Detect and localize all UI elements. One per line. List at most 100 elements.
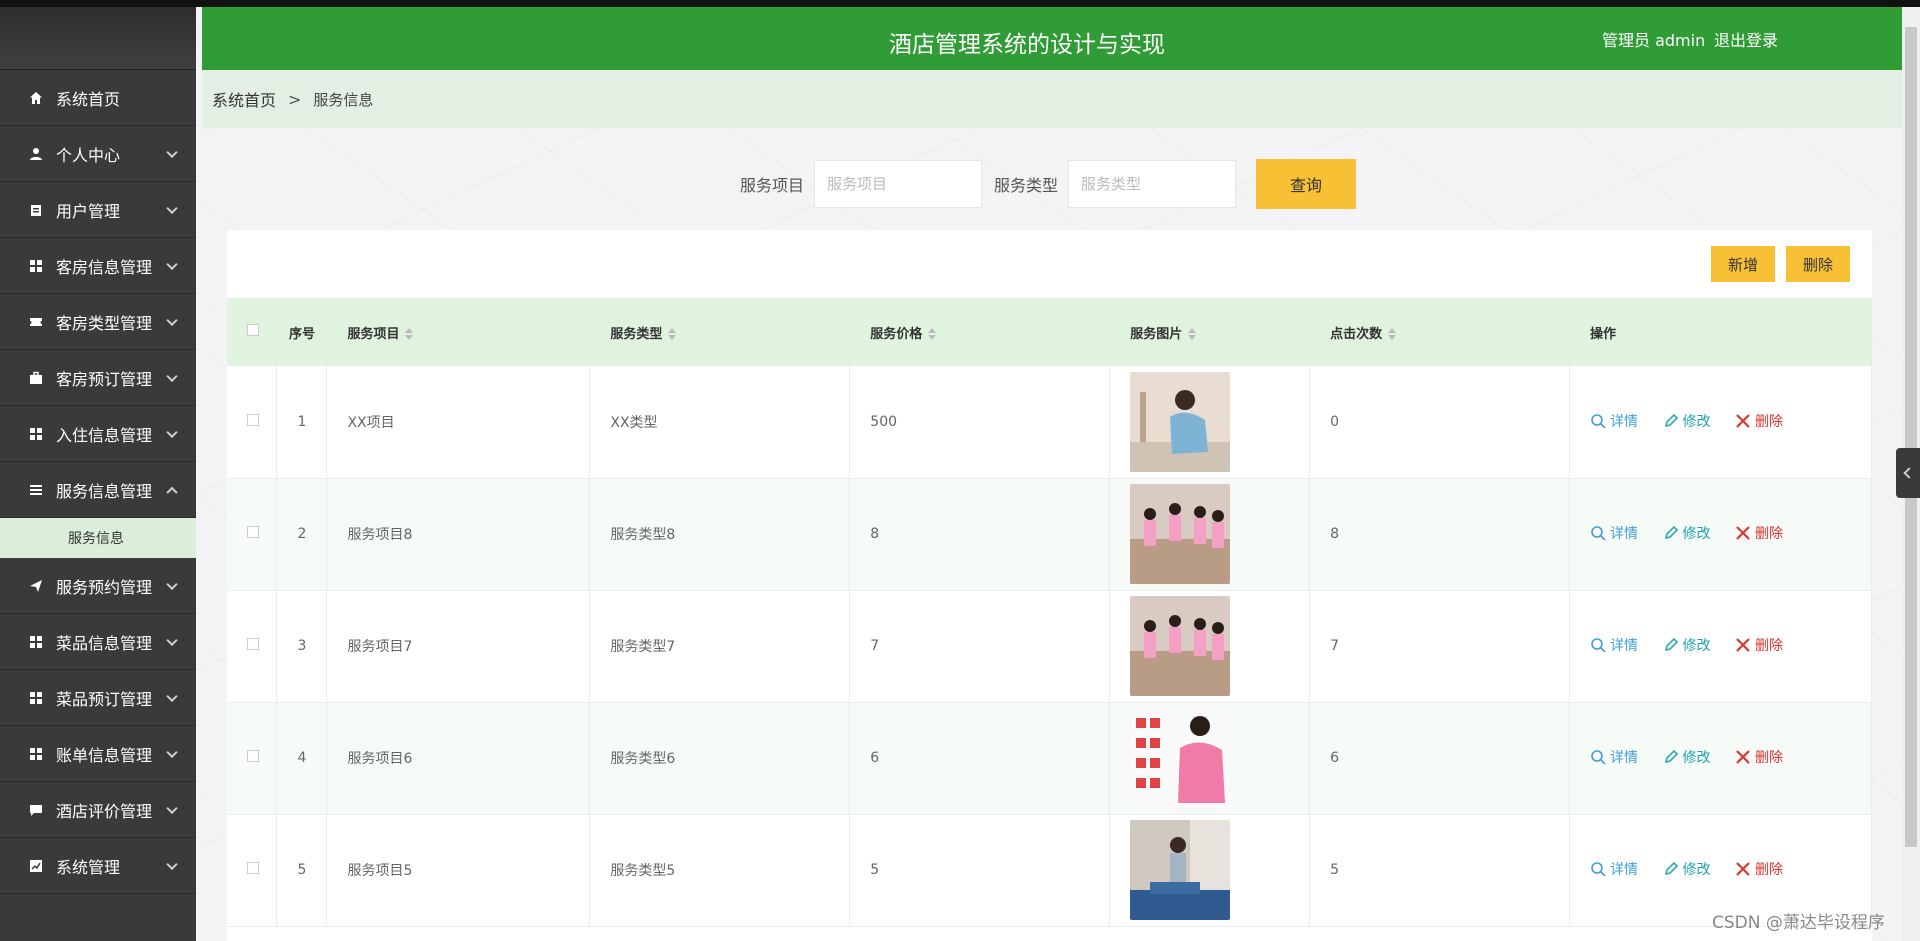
service-type-input[interactable] xyxy=(1068,160,1237,208)
table-row: 4 服务项目6 服务类型6 6 6 详情 修改 删除 xyxy=(227,702,1872,814)
grid-icon xyxy=(28,258,44,274)
cell-price: 8 xyxy=(849,478,1111,590)
row-checkbox[interactable] xyxy=(247,413,259,426)
breadcrumb-home[interactable]: 系统首页 xyxy=(212,87,276,111)
sidebar-item-dish-booking[interactable]: 菜品预订管理 xyxy=(0,670,196,726)
sidebar-item-room-info[interactable]: 客房信息管理 xyxy=(0,238,196,294)
chevron-down-icon xyxy=(166,802,178,814)
scrollbar-thumb[interactable] xyxy=(1905,27,1917,847)
row-checkbox[interactable] xyxy=(247,862,259,874)
query-button[interactable]: 查询 xyxy=(1256,159,1357,209)
cell-item: 服务项目7 xyxy=(326,590,591,702)
delete-button[interactable]: 删除 xyxy=(1735,523,1783,543)
row-checkbox-cell xyxy=(227,366,278,478)
detail-button[interactable]: 详情 xyxy=(1590,411,1638,431)
sidebar-item-label: 用户管理 xyxy=(56,201,121,221)
detail-button[interactable]: 详情 xyxy=(1590,859,1638,879)
cell-item: 服务项目8 xyxy=(326,478,591,590)
cell-ops: 详情 修改 删除 xyxy=(1569,366,1872,478)
cell-ops: 详情 修改 删除 xyxy=(1569,478,1872,590)
sidebar-item-service-appointment[interactable]: 服务预约管理 xyxy=(0,558,196,614)
row-checkbox[interactable] xyxy=(247,526,259,538)
sidebar-item-reviews[interactable]: 酒店评价管理 xyxy=(0,782,196,838)
row-checkbox[interactable] xyxy=(247,638,259,650)
cell-index: 5 xyxy=(276,814,328,926)
header-price[interactable]: 服务价格 xyxy=(849,298,1111,366)
cell-index: 4 xyxy=(276,702,328,814)
chart-icon xyxy=(28,858,44,874)
chevron-down-icon xyxy=(166,314,178,326)
add-button[interactable]: 新增 xyxy=(1711,246,1775,282)
service-image xyxy=(1130,484,1231,584)
edit-icon xyxy=(1664,749,1678,764)
detail-button[interactable]: 详情 xyxy=(1590,635,1638,655)
chevron-down-icon xyxy=(166,146,178,158)
cell-image xyxy=(1109,814,1311,926)
cell-clicks: 0 xyxy=(1309,366,1571,478)
cell-type: 服务类型8 xyxy=(589,478,851,590)
table-row: 5 服务项目5 服务类型5 5 5 详情 修改 删除 xyxy=(227,814,1872,926)
sidebar-item-room-booking[interactable]: 客房预订管理 xyxy=(0,350,196,406)
list-icon xyxy=(28,482,44,498)
header-type[interactable]: 服务类型 xyxy=(589,298,851,366)
header-clicks[interactable]: 点击次数 xyxy=(1309,298,1571,366)
sidebar-item-users[interactable]: 用户管理 xyxy=(0,182,196,238)
sidebar-item-checkin[interactable]: 入住信息管理 xyxy=(0,406,196,462)
sidebar-item-label: 个人中心 xyxy=(56,145,121,165)
collapse-tab[interactable] xyxy=(1896,448,1920,498)
service-item-input[interactable] xyxy=(814,160,983,208)
sort-icon[interactable] xyxy=(668,328,677,340)
sidebar-item-bill-info[interactable]: 账单信息管理 xyxy=(0,726,196,782)
logout-link[interactable]: 退出登录 xyxy=(1714,27,1778,51)
edit-label: 修改 xyxy=(1682,862,1711,878)
cell-price: 7 xyxy=(849,590,1111,702)
edit-button[interactable]: 修改 xyxy=(1663,859,1711,879)
edit-icon xyxy=(1664,413,1678,427)
edit-button[interactable]: 修改 xyxy=(1663,411,1711,431)
header-image[interactable]: 服务图片 xyxy=(1109,298,1311,366)
search-icon xyxy=(1591,413,1606,429)
submenu-service-info[interactable]: 服务信息 xyxy=(0,518,196,558)
chevron-down-icon xyxy=(166,746,178,758)
sort-icon[interactable] xyxy=(1388,328,1397,340)
sidebar-item-dish-info[interactable]: 菜品信息管理 xyxy=(0,614,196,670)
cell-ops: 详情 修改 删除 xyxy=(1569,590,1872,702)
sidebar-item-system[interactable]: 系统管理 xyxy=(0,838,196,894)
edit-button[interactable]: 修改 xyxy=(1663,635,1711,655)
cell-clicks: 8 xyxy=(1309,478,1571,590)
select-all-cell xyxy=(227,298,278,366)
sidebar-item-label: 服务预约管理 xyxy=(56,577,153,597)
search-type-label: 服务类型 xyxy=(994,176,1059,195)
delete-button[interactable]: 删除 xyxy=(1735,411,1783,431)
grid-icon xyxy=(28,690,44,706)
sidebar-item-service-info[interactable]: 服务信息管理 xyxy=(0,462,196,518)
edit-button[interactable]: 修改 xyxy=(1663,747,1711,767)
cell-type: 服务类型5 xyxy=(589,814,851,926)
sidebar-item-label: 入住信息管理 xyxy=(56,425,153,445)
sort-icon[interactable] xyxy=(1188,328,1197,340)
row-checkbox[interactable] xyxy=(247,750,259,762)
batch-delete-button[interactable]: 删除 xyxy=(1786,246,1850,282)
edit-button[interactable]: 修改 xyxy=(1663,523,1711,543)
cell-ops: 详情 修改 删除 xyxy=(1569,702,1872,814)
cell-image xyxy=(1109,478,1311,590)
sidebar-item-home[interactable]: 系统首页 xyxy=(0,70,196,126)
sort-icon[interactable] xyxy=(928,328,937,340)
header-item[interactable]: 服务项目 xyxy=(326,298,591,366)
table-row: 3 服务项目7 服务类型7 7 7 详情 修改 删除 xyxy=(227,590,1872,702)
home-icon xyxy=(28,90,44,106)
detail-button[interactable]: 详情 xyxy=(1590,747,1638,767)
chevron-down-icon xyxy=(166,634,178,646)
detail-label: 详情 xyxy=(1610,413,1639,430)
sidebar-item-personal[interactable]: 个人中心 xyxy=(0,126,196,182)
detail-label: 详情 xyxy=(1610,526,1639,542)
sort-icon[interactable] xyxy=(405,328,414,340)
chevron-down-icon xyxy=(166,202,178,214)
delete-button[interactable]: 删除 xyxy=(1735,859,1783,879)
delete-button[interactable]: 删除 xyxy=(1735,635,1783,655)
detail-button[interactable]: 详情 xyxy=(1590,523,1638,543)
select-all-checkbox[interactable] xyxy=(247,324,259,336)
edit-icon xyxy=(1664,861,1678,876)
sidebar-item-room-type[interactable]: 客房类型管理 xyxy=(0,294,196,350)
delete-button[interactable]: 删除 xyxy=(1735,747,1783,767)
